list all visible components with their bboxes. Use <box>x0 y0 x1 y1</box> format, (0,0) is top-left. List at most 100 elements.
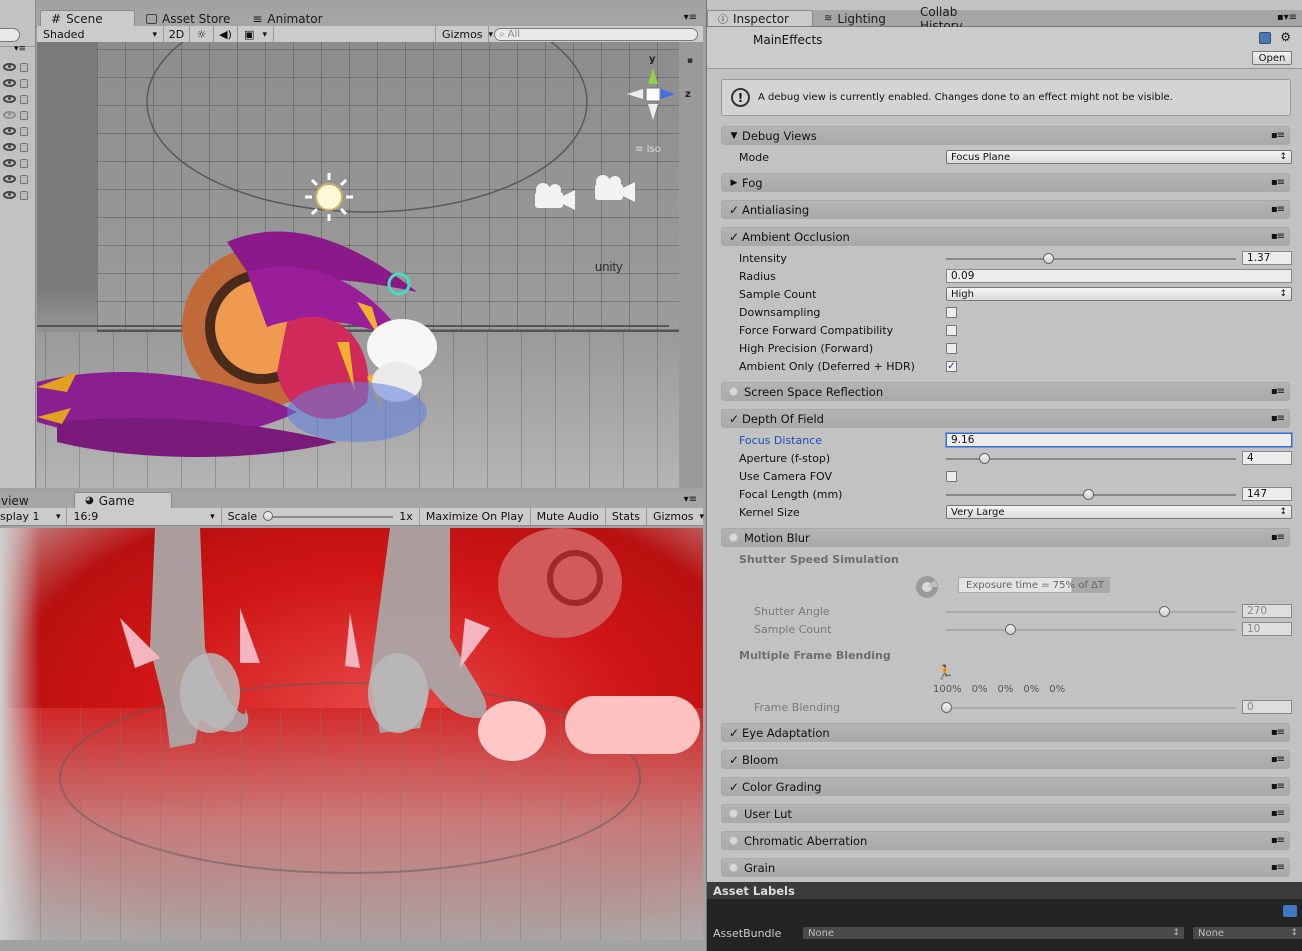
visibility-row[interactable] <box>0 59 35 75</box>
force-forward-checkbox[interactable] <box>946 324 957 336</box>
eye-icon[interactable] <box>3 143 16 151</box>
section-menu-icon[interactable]: ▪≡ <box>1271 727 1285 738</box>
lock-icon[interactable] <box>20 62 28 72</box>
effects-dropdown[interactable]: ▣ <box>238 26 274 43</box>
pane-menu-icon[interactable]: ▾≡ <box>684 494 697 505</box>
section-menu-icon[interactable]: ▪≡ <box>1271 808 1285 819</box>
gear-icon[interactable]: ⚙ <box>1280 30 1291 44</box>
enabled-check-icon[interactable]: ✓ <box>726 412 742 426</box>
slider-thumb[interactable] <box>1004 623 1016 635</box>
section-menu-icon[interactable]: ▪≡ <box>1271 204 1285 215</box>
disabled-dot-icon[interactable] <box>729 387 738 396</box>
lock-icon[interactable] <box>20 190 28 200</box>
lock-icon[interactable] <box>20 94 28 104</box>
lock-icon[interactable] <box>20 174 28 184</box>
enabled-check-icon[interactable]: ✓ <box>726 726 742 740</box>
help-book-icon[interactable] <box>1259 32 1271 44</box>
section-eye-adaptation[interactable]: ✓ Eye Adaptation ▪≡ <box>721 723 1290 742</box>
section-menu-icon[interactable]: ▪≡ <box>1271 862 1285 873</box>
disabled-dot-icon[interactable] <box>729 809 738 818</box>
game-view[interactable] <box>0 528 703 940</box>
slider-thumb[interactable] <box>978 452 990 464</box>
visibility-row[interactable] <box>0 91 35 107</box>
slider-thumb[interactable] <box>1042 252 1054 264</box>
asset-bundle-select[interactable]: None <box>802 926 1185 940</box>
ao-intensity-slider[interactable] <box>946 257 1236 260</box>
section-ambient-occlusion[interactable]: ✓ Ambient Occlusion ▪≡ <box>721 227 1290 246</box>
section-menu-icon[interactable]: ▪≡ <box>1271 754 1285 765</box>
eye-icon[interactable] <box>3 127 16 135</box>
enabled-check-icon[interactable]: ✓ <box>726 780 742 794</box>
scene-search-input[interactable]: ⌕ All <box>494 28 698 41</box>
ao-sample-count-select[interactable]: High <box>946 287 1292 301</box>
section-grain[interactable]: Grain ▪≡ <box>721 858 1290 877</box>
focal-length-field[interactable]: 147 <box>1242 487 1292 501</box>
visibility-row[interactable] <box>0 187 35 203</box>
disabled-dot-icon[interactable] <box>729 836 738 845</box>
tab-lighting[interactable]: ≋ Lighting <box>813 10 909 26</box>
section-chromatic-aberration[interactable]: Chromatic Aberration ▪≡ <box>721 831 1290 850</box>
kernel-size-select[interactable]: Very Large <box>946 505 1292 519</box>
section-color-grading[interactable]: ✓ Color Grading ▪≡ <box>721 777 1290 796</box>
ao-intensity-field[interactable]: 1.37 <box>1242 251 1292 265</box>
disabled-dot-icon[interactable] <box>729 863 738 872</box>
debug-mode-select[interactable]: Focus Plane <box>946 150 1292 164</box>
scene-view[interactable]: unity y z ≡ Iso ▪ <box>37 42 703 488</box>
downsampling-checkbox[interactable] <box>946 306 957 318</box>
visibility-row[interactable] <box>0 75 35 91</box>
hierarchy-search-input[interactable] <box>0 28 20 42</box>
game-gizmos-dropdown[interactable]: Gizmos <box>647 508 703 525</box>
open-button[interactable]: Open <box>1252 51 1292 65</box>
focus-distance-field[interactable]: 9.16 <box>946 433 1292 447</box>
section-user-lut[interactable]: User Lut ▪≡ <box>721 804 1290 823</box>
enabled-check-icon[interactable]: ✓ <box>726 753 742 767</box>
lock-icon[interactable] <box>20 126 28 136</box>
shutter-angle-field[interactable]: 270 <box>1242 604 1292 618</box>
gizmo-iso[interactable]: ≡ Iso <box>635 144 661 155</box>
high-precision-checkbox[interactable] <box>946 342 957 354</box>
eye-icon[interactable] <box>3 159 16 167</box>
section-menu-icon[interactable]: ▪≡ <box>1271 835 1285 846</box>
gizmos-dropdown[interactable]: Gizmos <box>435 26 489 43</box>
section-menu-icon[interactable]: ▪≡ <box>1271 130 1285 141</box>
enabled-check-icon[interactable]: ✓ <box>726 203 742 217</box>
orientation-gizmo[interactable]: y z ≡ Iso <box>623 54 691 164</box>
mute-audio-toggle[interactable]: Mute Audio <box>531 508 606 525</box>
audio-toggle[interactable]: ◀) <box>214 26 238 43</box>
lock-icon[interactable] <box>20 142 28 152</box>
hierarchy-menu-icon[interactable]: ▾≡ <box>14 44 26 54</box>
mb-sample-count-field[interactable]: 10 <box>1242 622 1292 636</box>
use-camera-fov-checkbox[interactable] <box>946 470 957 482</box>
section-bloom[interactable]: ✓ Bloom ▪≡ <box>721 750 1290 769</box>
lock-icon[interactable] <box>20 110 28 120</box>
lock-icon[interactable] <box>20 158 28 168</box>
tag-icon[interactable] <box>1283 905 1297 917</box>
section-menu-icon[interactable]: ▪≡ <box>1271 413 1285 424</box>
section-depth-of-field[interactable]: ✓ Depth Of Field ▪≡ <box>721 409 1290 428</box>
visibility-row[interactable] <box>0 155 35 171</box>
eye-hidden-icon[interactable] <box>3 111 16 119</box>
2d-toggle[interactable]: 2D <box>164 26 190 43</box>
section-screen-space-reflection[interactable]: Screen Space Reflection ▪≡ <box>721 382 1290 401</box>
slider-thumb[interactable] <box>1158 605 1170 617</box>
scale-slider[interactable] <box>263 510 394 523</box>
maximize-on-play-toggle[interactable]: Maximize On Play <box>420 508 531 525</box>
ao-radius-field[interactable]: 0.09 <box>946 269 1292 283</box>
frame-blending-field[interactable]: 0 <box>1242 700 1292 714</box>
slider-thumb[interactable] <box>941 701 952 713</box>
asset-bundle-variant-select[interactable]: None <box>1192 926 1302 940</box>
tab-view[interactable]: view <box>0 492 74 508</box>
visibility-row[interactable] <box>0 139 35 155</box>
lock-icon[interactable] <box>20 78 28 88</box>
mb-sample-count-slider[interactable] <box>946 628 1236 631</box>
section-menu-icon[interactable]: ▪≡ <box>1271 781 1285 792</box>
aspect-dropdown[interactable]: 16:9 <box>67 508 222 525</box>
enabled-check-icon[interactable]: ✓ <box>726 230 742 244</box>
slider-thumb[interactable] <box>1083 488 1095 500</box>
eye-icon[interactable] <box>3 191 16 199</box>
tab-game[interactable]: ◕ Game <box>74 492 172 508</box>
section-menu-icon[interactable]: ▪≡ <box>1271 386 1285 397</box>
section-antialiasing[interactable]: ✓ Antialiasing ▪≡ <box>721 200 1290 219</box>
lighting-toggle[interactable]: ☼ <box>190 26 214 43</box>
visibility-row[interactable] <box>0 171 35 187</box>
